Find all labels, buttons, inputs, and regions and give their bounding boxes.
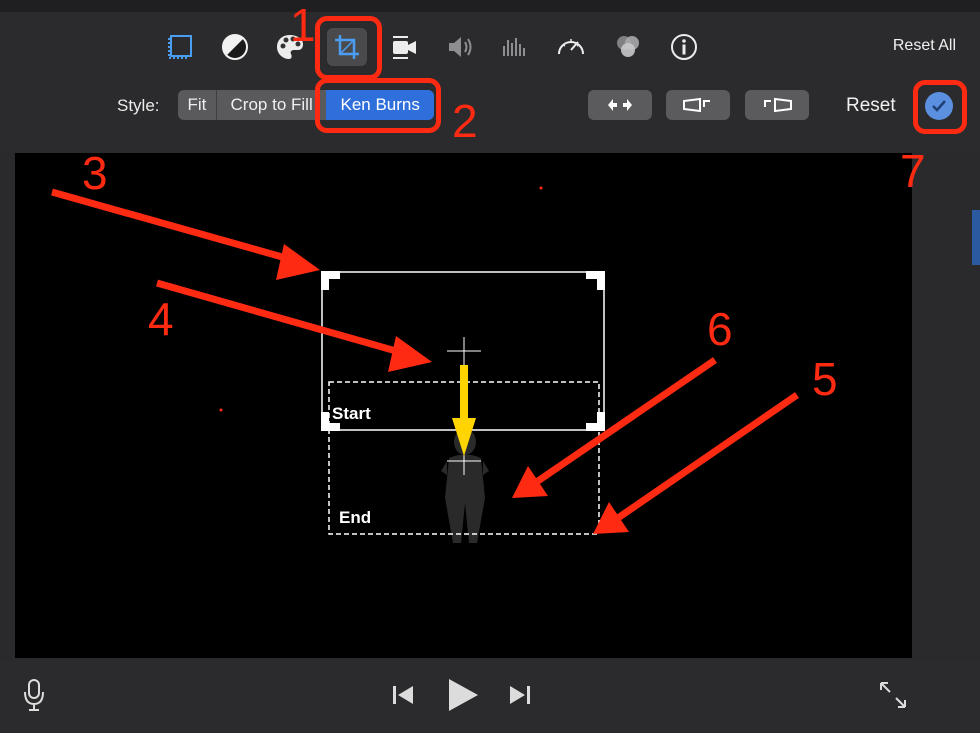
annotation-5: 5 <box>812 353 838 405</box>
annotation-4: 4 <box>148 293 174 345</box>
annotation-2: 2 <box>452 95 478 147</box>
annotation-6: 6 <box>707 303 733 355</box>
annotation-1: 1 <box>290 0 316 51</box>
annotation-3: 3 <box>82 147 108 199</box>
annotation-7: 7 <box>900 145 926 197</box>
